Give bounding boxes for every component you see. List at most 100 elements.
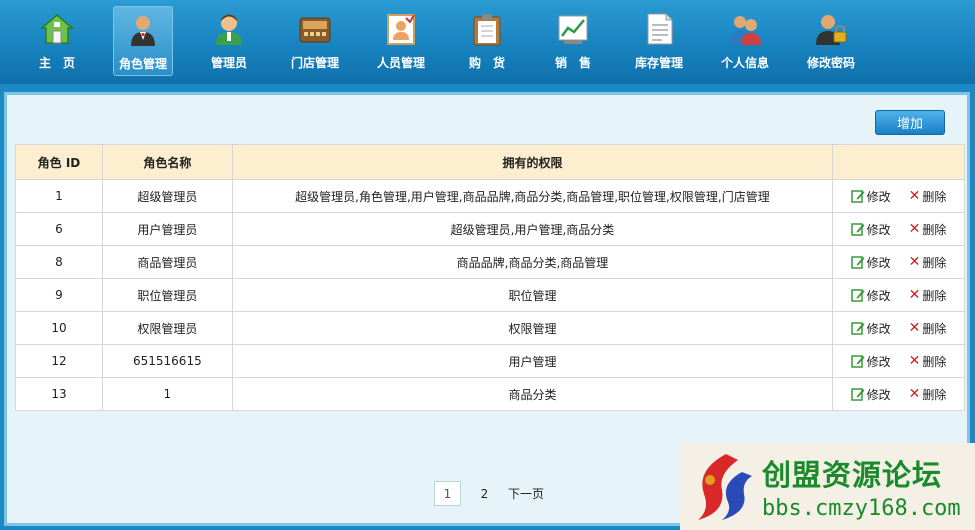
home-icon (40, 12, 74, 46)
role-id-cell: 6 (15, 212, 103, 246)
nav-profile[interactable]: 个人信息 (702, 0, 788, 84)
delete-label: 删除 (922, 354, 947, 369)
nav-home[interactable]: 主 页 (14, 0, 100, 84)
delete-label: 删除 (922, 222, 947, 237)
actions-cell: 修改 ✕ 删除 (832, 278, 965, 312)
delete-button[interactable]: ✕ 删除 (909, 254, 947, 271)
permissions-cell: 超级管理员,角色管理,用户管理,商品品牌,商品分类,商品管理,职位管理,权限管理… (231, 179, 834, 213)
edit-label: 修改 (866, 189, 891, 204)
edit-icon (850, 355, 865, 368)
inventory-icon (642, 12, 676, 46)
permissions-cell: 权限管理 (231, 311, 834, 345)
role-id-cell: 8 (15, 245, 103, 279)
role-name-cell: 1 (101, 377, 233, 411)
delete-button[interactable]: ✕ 删除 (909, 221, 947, 238)
add-button[interactable]: 增加 (875, 110, 945, 135)
role-name-cell: 用户管理员 (101, 212, 233, 246)
nav-label: 库存管理 (634, 56, 683, 70)
nav-role-management[interactable]: 角色管理 (113, 6, 173, 76)
table-row: 9 职位管理员 职位管理 修改 ✕ 删除 (15, 278, 965, 312)
nav-label: 门店管理 (290, 56, 339, 70)
nav-label: 主 页 (38, 56, 75, 70)
page-2-link[interactable]: 2 (471, 481, 498, 506)
role-table: 角色 ID 角色名称 拥有的权限 1 超级管理员 超级管理员,角色管理,用户管理,商… (15, 144, 965, 411)
delete-icon: ✕ (908, 386, 921, 402)
nav-inventory-management[interactable]: 库存管理 (616, 0, 702, 84)
actions-cell: 修改 ✕ 删除 (832, 179, 965, 213)
role-name-cell: 权限管理员 (101, 311, 233, 345)
delete-button[interactable]: ✕ 删除 (909, 320, 947, 337)
nav-change-password[interactable]: 修改密码 (788, 0, 874, 84)
page-current[interactable]: 1 (434, 481, 461, 506)
nav-sales[interactable]: 销 售 (530, 0, 616, 84)
edit-icon (850, 256, 865, 269)
edit-icon (850, 322, 865, 335)
purchase-icon (470, 12, 504, 46)
edit-icon (850, 289, 865, 302)
delete-icon: ✕ (908, 254, 921, 270)
nav-admin[interactable]: 管理员 (186, 0, 272, 84)
edit-button[interactable]: 修改 (850, 188, 891, 205)
role-id-cell: 1 (15, 179, 103, 213)
nav-staff-management[interactable]: 人员管理 (358, 0, 444, 84)
delete-icon: ✕ (908, 221, 921, 237)
watermark-banner: 创盟资源论坛 bbs.cmzy168.com (680, 443, 975, 530)
role-id-cell: 12 (15, 344, 103, 378)
nav-label: 管理员 (210, 56, 247, 70)
nav-label: 购 货 (468, 56, 505, 70)
edit-button[interactable]: 修改 (850, 221, 891, 238)
edit-label: 修改 (866, 255, 891, 270)
nav-label: 角色管理 (118, 57, 167, 71)
table-header-row: 角色 ID 角色名称 拥有的权限 (15, 144, 965, 180)
pagination: 1 2 下一页 (434, 481, 544, 506)
password-icon (814, 12, 848, 46)
column-header-name: 角色名称 (101, 144, 233, 180)
actions-cell: 修改 ✕ 删除 (832, 212, 965, 246)
edit-icon (850, 388, 865, 401)
edit-button[interactable]: 修改 (850, 287, 891, 304)
staff-icon (384, 12, 418, 46)
edit-icon (850, 190, 865, 203)
profile-icon (728, 12, 762, 46)
delete-icon: ✕ (908, 188, 921, 204)
permissions-cell: 用户管理 (231, 344, 834, 378)
permissions-cell: 商品品牌,商品分类,商品管理 (231, 245, 834, 279)
column-header-id: 角色 ID (15, 144, 103, 180)
edit-button[interactable]: 修改 (850, 254, 891, 271)
nav-label: 销 售 (554, 56, 591, 70)
edit-button[interactable]: 修改 (850, 386, 891, 403)
table-row: 8 商品管理员 商品品牌,商品分类,商品管理 修改 ✕ 删除 (15, 245, 965, 279)
nav-purchase[interactable]: 购 货 (444, 0, 530, 84)
delete-icon: ✕ (908, 287, 921, 303)
table-row: 13 1 商品分类 修改 ✕ 删除 (15, 377, 965, 411)
role-name-cell: 651516615 (101, 344, 233, 378)
watermark-text: 创盟资源论坛 bbs.cmzy168.com (762, 452, 961, 521)
edit-label: 修改 (866, 288, 891, 303)
column-header-actions (832, 144, 965, 180)
next-page-link[interactable]: 下一页 (508, 481, 544, 506)
delete-button[interactable]: ✕ 删除 (909, 386, 947, 403)
delete-button[interactable]: ✕ 删除 (909, 353, 947, 370)
actions-cell: 修改 ✕ 删除 (832, 377, 965, 411)
delete-label: 删除 (922, 321, 947, 336)
role-name-cell: 商品管理员 (101, 245, 233, 279)
delete-button[interactable]: ✕ 删除 (909, 287, 947, 304)
table-row: 10 权限管理员 权限管理 修改 ✕ 删除 (15, 311, 965, 345)
edit-button[interactable]: 修改 (850, 353, 891, 370)
watermark-url: bbs.cmzy168.com (762, 496, 961, 521)
delete-label: 删除 (922, 288, 947, 303)
permissions-cell: 职位管理 (231, 278, 834, 312)
table-row: 6 用户管理员 超级管理员,用户管理,商品分类 修改 ✕ 删除 (15, 212, 965, 246)
nav-label: 人员管理 (376, 56, 425, 70)
watermark-title: 创盟资源论坛 (762, 458, 943, 492)
column-header-permissions: 拥有的权限 (231, 144, 834, 180)
role-icon (126, 13, 160, 47)
delete-button[interactable]: ✕ 删除 (909, 188, 947, 205)
nav-store-management[interactable]: 门店管理 (272, 0, 358, 84)
role-id-cell: 10 (15, 311, 103, 345)
nav-label: 修改密码 (806, 56, 855, 70)
edit-button[interactable]: 修改 (850, 320, 891, 337)
admin-icon (212, 12, 246, 46)
nav-label: 个人信息 (720, 56, 769, 70)
role-name-cell: 超级管理员 (101, 179, 233, 213)
